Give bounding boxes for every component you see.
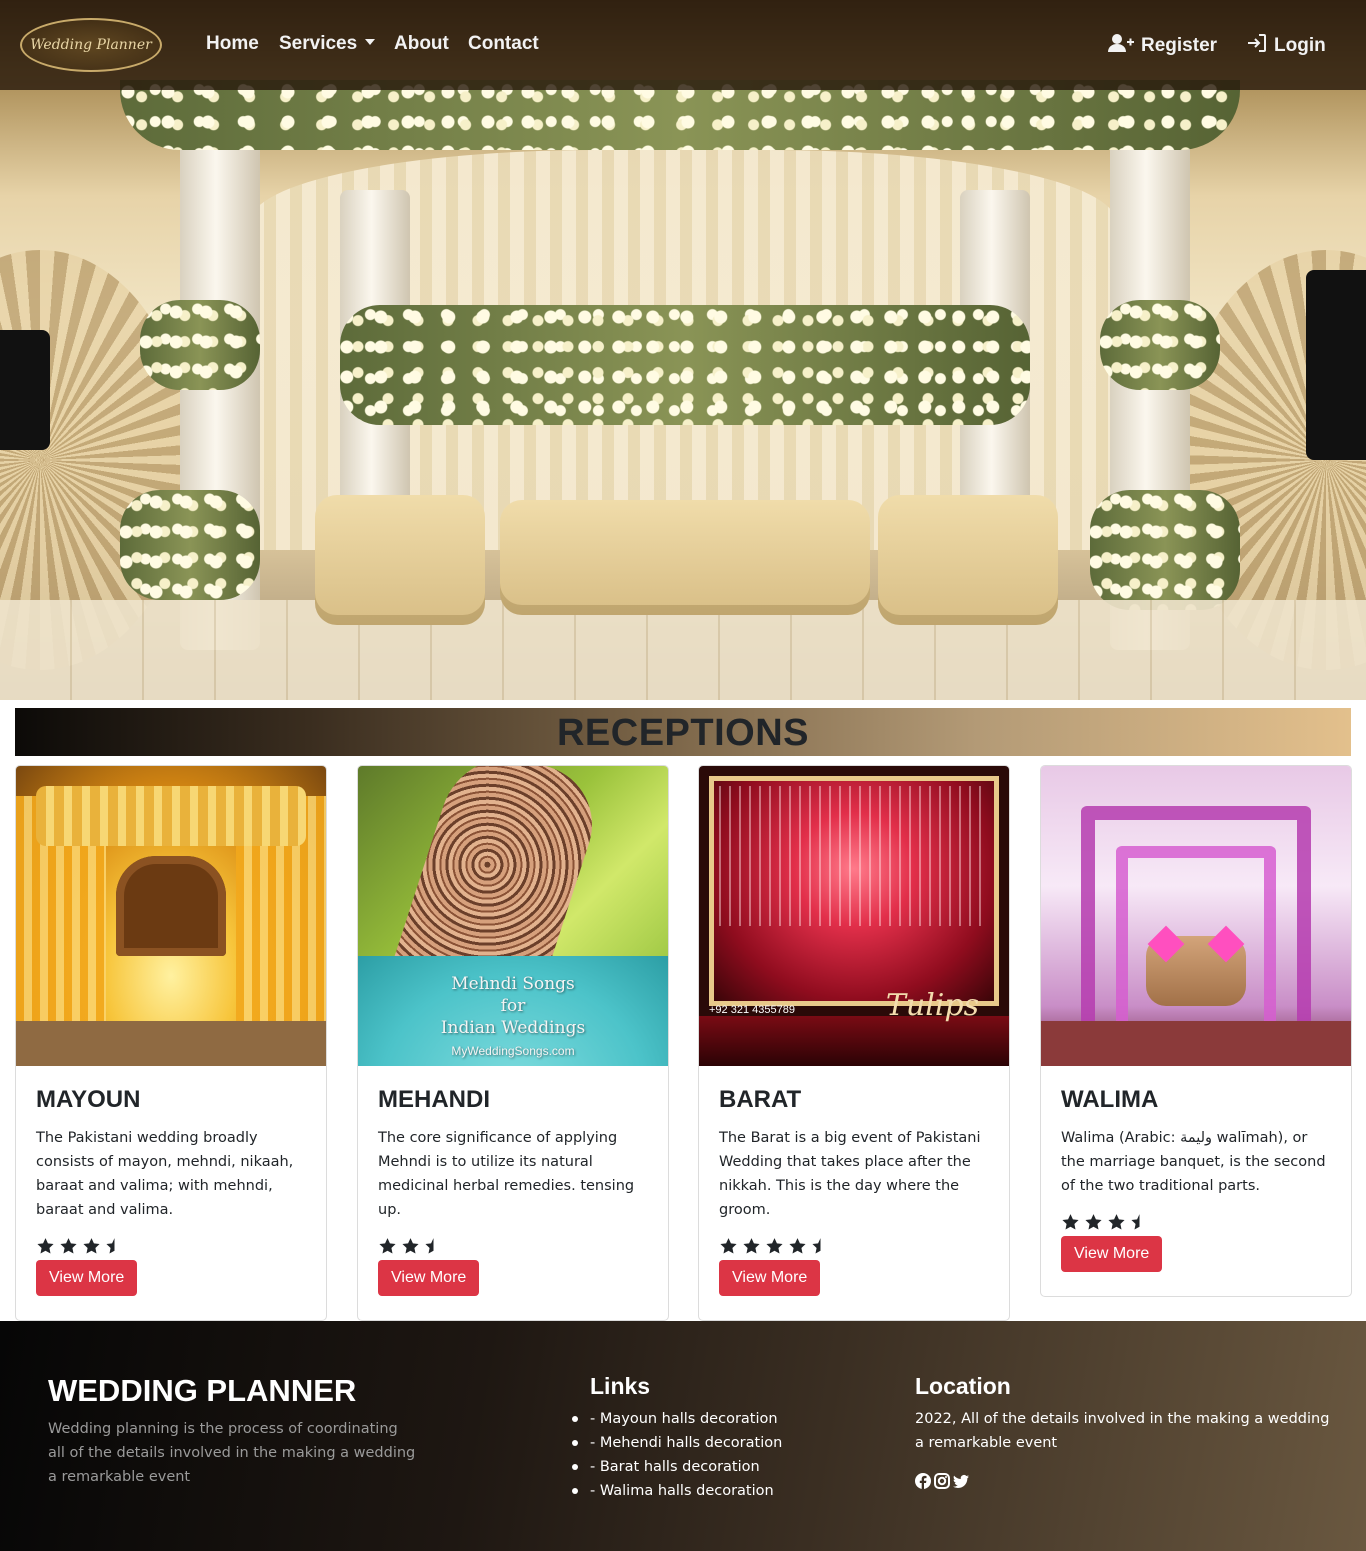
service-card-barat: +92 321 4355789 Tulips BARAT The Barat i… bbox=[698, 765, 1010, 1321]
footer-link-mayoun[interactable]: - Mayoun halls decoration bbox=[571, 1407, 782, 1431]
card-title: MEHANDI bbox=[378, 1086, 490, 1113]
nav-about-link[interactable]: About bbox=[394, 33, 449, 55]
star-full-icon bbox=[1107, 1213, 1126, 1231]
hero-floral-garland bbox=[120, 490, 260, 600]
caret-down-icon bbox=[365, 38, 376, 45]
service-card-walima: WALIMA Walima (Arabic: وليمة walīmah), o… bbox=[1040, 765, 1352, 1297]
star-half-icon bbox=[424, 1237, 443, 1255]
service-card-mehandi: Mehndi Songs for Indian Weddings MyWeddi… bbox=[357, 765, 669, 1321]
view-more-button[interactable]: View More bbox=[36, 1260, 138, 1296]
hero-floral-garland bbox=[340, 305, 1030, 425]
footer-social-links bbox=[915, 1473, 969, 1489]
user-plus-icon bbox=[1108, 33, 1134, 59]
card-title: MAYOUN bbox=[36, 1086, 141, 1113]
card-title: BARAT bbox=[719, 1086, 802, 1113]
footer-location-title: Location bbox=[915, 1373, 1011, 1399]
image-caption: for bbox=[500, 996, 526, 1016]
card-image-barat: +92 321 4355789 Tulips bbox=[699, 766, 1009, 1066]
site-logo[interactable]: Wedding Planner bbox=[20, 18, 162, 72]
footer-description: Wedding planning is the process of coord… bbox=[48, 1421, 416, 1485]
star-full-icon bbox=[742, 1237, 761, 1255]
star-rating bbox=[719, 1236, 989, 1256]
view-more-button[interactable]: View More bbox=[378, 1260, 480, 1296]
card-description: Walima (Arabic: وليمة walīmah), or the m… bbox=[1061, 1130, 1326, 1194]
footer-location-text: 2022, All of the details involved in the… bbox=[915, 1411, 1330, 1451]
star-full-icon bbox=[36, 1237, 55, 1255]
star-rating bbox=[378, 1236, 648, 1256]
navbar: Wedding Planner Home Services About Cont… bbox=[0, 0, 1366, 90]
view-more-button[interactable]: View More bbox=[719, 1260, 821, 1296]
card-description: The Pakistani wedding broadly consists o… bbox=[36, 1130, 294, 1218]
star-rating bbox=[1061, 1212, 1331, 1232]
hero-stage-floor bbox=[0, 600, 1366, 700]
footer-brand: WEDDING PLANNER bbox=[48, 1373, 357, 1408]
footer-link-barat[interactable]: - Barat halls decoration bbox=[571, 1455, 782, 1479]
card-description: The core significance of applying Mehndi… bbox=[378, 1130, 635, 1218]
hero-floral-garland bbox=[120, 80, 1240, 150]
card-title: WALIMA bbox=[1061, 1086, 1159, 1113]
section-title: RECEPTIONS bbox=[556, 711, 810, 754]
card-image-walima bbox=[1041, 766, 1351, 1066]
star-full-icon bbox=[378, 1237, 397, 1255]
section-banner: RECEPTIONS bbox=[15, 708, 1351, 756]
image-caption: Tulips bbox=[885, 988, 979, 1023]
image-caption: Indian Weddings bbox=[440, 1018, 586, 1038]
star-full-icon bbox=[1084, 1213, 1103, 1231]
star-rating bbox=[36, 1236, 306, 1256]
star-full-icon bbox=[719, 1237, 738, 1255]
star-half-icon bbox=[105, 1237, 124, 1255]
nav-contact-link[interactable]: Contact bbox=[468, 33, 539, 55]
twitter-icon[interactable] bbox=[953, 1473, 969, 1489]
hero-stage-light bbox=[1306, 270, 1366, 460]
nav-login-link[interactable]: Login bbox=[1247, 33, 1326, 59]
card-image-mehandi: Mehndi Songs for Indian Weddings MyWeddi… bbox=[358, 766, 668, 1066]
hero-floral-garland bbox=[1090, 490, 1240, 610]
footer-links-list: - Mayoun halls decoration - Mehendi hall… bbox=[571, 1407, 782, 1503]
hero-stage-light bbox=[0, 330, 50, 450]
nav-register-label: Register bbox=[1141, 35, 1218, 56]
footer-link-walima[interactable]: - Walima halls decoration bbox=[571, 1479, 782, 1503]
logo-text: Wedding Planner bbox=[30, 37, 152, 53]
hero-floral-garland bbox=[1100, 300, 1220, 390]
image-caption: +92 321 4355789 bbox=[709, 1004, 795, 1016]
facebook-icon[interactable] bbox=[915, 1473, 931, 1489]
nav-services-label: Services bbox=[279, 33, 358, 54]
hero-sofa bbox=[878, 495, 1058, 625]
card-image-mayoun bbox=[16, 766, 326, 1066]
star-full-icon bbox=[401, 1237, 420, 1255]
star-full-icon bbox=[82, 1237, 101, 1255]
nav-login-label: Login bbox=[1274, 35, 1326, 56]
nav-home-link[interactable]: Home bbox=[206, 33, 259, 55]
star-half-icon bbox=[811, 1237, 830, 1255]
footer-link-mehendi[interactable]: - Mehendi halls decoration bbox=[571, 1431, 782, 1455]
star-half-icon bbox=[1130, 1213, 1149, 1231]
star-full-icon bbox=[788, 1237, 807, 1255]
card-description: The Barat is a big event of Pakistani We… bbox=[719, 1130, 981, 1218]
star-full-icon bbox=[1061, 1213, 1080, 1231]
footer: WEDDING PLANNER Wedding planning is the … bbox=[0, 1321, 1366, 1551]
service-card-mayoun: MAYOUN The Pakistani wedding broadly con… bbox=[15, 765, 327, 1321]
star-full-icon bbox=[765, 1237, 784, 1255]
hero-image bbox=[0, 0, 1366, 700]
image-caption: MyWeddingSongs.com bbox=[451, 1044, 575, 1058]
hero-floral-garland bbox=[140, 300, 260, 390]
footer-links-title: Links bbox=[590, 1373, 651, 1399]
instagram-icon[interactable] bbox=[934, 1473, 950, 1489]
sign-in-icon bbox=[1247, 33, 1267, 59]
star-full-icon bbox=[59, 1237, 78, 1255]
hero-sofa bbox=[500, 500, 870, 615]
nav-register-link[interactable]: Register bbox=[1108, 33, 1217, 59]
nav-services-dropdown[interactable]: Services bbox=[279, 33, 376, 55]
image-caption: Mehndi Songs bbox=[451, 974, 575, 994]
view-more-button[interactable]: View More bbox=[1061, 1236, 1163, 1272]
hero-sofa bbox=[315, 495, 485, 625]
